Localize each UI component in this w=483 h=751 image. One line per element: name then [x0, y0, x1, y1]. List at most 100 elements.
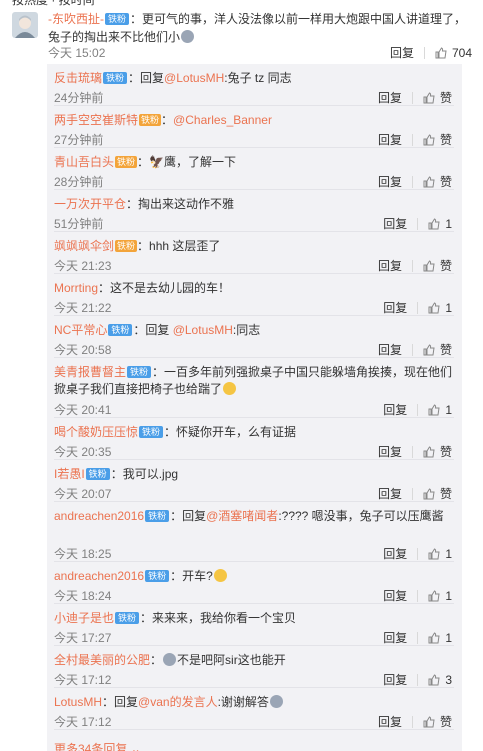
mention-link[interactable]: @酒塞啫闻者: [206, 509, 278, 523]
fan-badge: 铁粉: [105, 13, 130, 25]
divider: [411, 445, 413, 458]
like-count: 3: [445, 672, 452, 687]
like-count: 1: [445, 402, 452, 417]
reply-button[interactable]: 回复: [378, 257, 402, 274]
reply-button[interactable]: 回复: [378, 485, 402, 502]
thumb-up-icon: [428, 589, 440, 601]
thumb-up-icon: [423, 445, 435, 457]
like-button[interactable]: 1: [428, 301, 452, 315]
main-comment-meta: 今天 15:02 回复 704: [48, 44, 472, 61]
divider: [417, 547, 419, 560]
reply-button[interactable]: 回复: [378, 443, 402, 460]
reply-button[interactable]: 回复: [383, 215, 407, 232]
reply-button[interactable]: 回复: [390, 44, 414, 61]
sort-tabs[interactable]: 按热度 · 按时间: [12, 0, 95, 8]
mention-link[interactable]: @Charles_Banner: [173, 113, 272, 127]
medal-badge: 铁粉: [139, 114, 162, 126]
like-button[interactable]: 赞: [423, 131, 452, 148]
reply-text: 这不是去幼儿园的车！: [110, 281, 231, 295]
divider: [417, 631, 419, 644]
mention-link[interactable]: @LotusMH: [164, 71, 224, 85]
divider: [417, 217, 419, 230]
reply-button[interactable]: 回复: [383, 671, 407, 688]
medal-badge: 铁粉: [115, 240, 138, 252]
reply-author[interactable]: 青山吾白头: [54, 155, 114, 169]
mention-link[interactable]: @van的发言人: [138, 695, 218, 709]
like-count: 赞: [439, 259, 452, 273]
like-button[interactable]: 赞: [423, 443, 452, 460]
fan-badge: 铁粉: [145, 510, 170, 522]
reply-author[interactable]: 飒飒飒伞剑: [54, 239, 114, 253]
like-button[interactable]: 1: [428, 217, 452, 231]
reply-button[interactable]: 回复: [378, 89, 402, 106]
like-button[interactable]: 赞: [423, 257, 452, 274]
reply-button[interactable]: 回复: [383, 299, 407, 316]
reply-author[interactable]: Morrting: [54, 281, 98, 295]
reply-prefix: ：: [170, 569, 183, 583]
comment-author[interactable]: -东吹西扯-: [48, 12, 104, 26]
reply-author[interactable]: LotusMH: [54, 695, 102, 709]
like-button[interactable]: 1: [428, 589, 452, 603]
reply-author[interactable]: 两手空空崔斯特: [54, 113, 138, 127]
reply-author[interactable]: I若愚I: [54, 467, 85, 481]
reply-button[interactable]: 回复: [383, 401, 407, 418]
reply-author[interactable]: NC平常心: [54, 323, 107, 337]
reply-text: 🦅鹰，了解一下: [149, 155, 236, 169]
divider: [411, 175, 413, 188]
reply-time: 今天 17:27: [54, 631, 112, 645]
more-replies-link[interactable]: 更多34条回复 ⌄: [54, 740, 141, 751]
fan-badge: 铁粉: [103, 72, 128, 84]
list-item: LotusMH：回复@van的发言人:谢谢解答 今天 17:12 回复 赞: [54, 688, 454, 730]
reply-button[interactable]: 回复: [383, 629, 407, 646]
reply-button[interactable]: 回复: [383, 587, 407, 604]
like-button[interactable]: 赞: [423, 341, 452, 358]
like-button[interactable]: 1: [428, 403, 452, 417]
reply-author[interactable]: 美青报曹督主: [54, 365, 126, 379]
like-button[interactable]: 赞: [423, 713, 452, 730]
thumb-up-icon: [423, 133, 435, 145]
like-button[interactable]: 1: [428, 631, 452, 645]
avatar[interactable]: [12, 12, 38, 38]
reply-time: 今天 17:12: [54, 673, 112, 687]
reply-time: 今天 20:35: [54, 445, 112, 459]
reply-text: 我可以.jpg: [122, 467, 179, 481]
like-button[interactable]: 赞: [423, 173, 452, 190]
reply-button[interactable]: 回复: [378, 341, 402, 358]
like-button[interactable]: 3: [428, 673, 452, 687]
divider: [417, 589, 419, 602]
like-count: 赞: [439, 445, 452, 459]
reply-author[interactable]: 全村最美丽的公肥: [54, 653, 150, 667]
reply-author[interactable]: 小迪子是也: [54, 611, 114, 625]
list-item: 美青报曹督主 铁粉 ：一百多年前列强掀桌子中国只能躲墙角挨揍，现在他们掀桌子我们直接…: [54, 358, 454, 418]
reply-author[interactable]: andreachen2016: [54, 509, 144, 523]
reply-prefix: ：: [137, 239, 150, 253]
reply-time: 今天 20:07: [54, 487, 112, 501]
reply-prefix: ：: [161, 113, 174, 127]
divider: [411, 487, 413, 500]
reply-author[interactable]: 反击琉璃: [54, 71, 102, 85]
like-button[interactable]: 1: [428, 547, 452, 561]
reply-button[interactable]: 回复: [378, 713, 402, 730]
like-button[interactable]: 704: [435, 46, 472, 60]
like-button[interactable]: 赞: [423, 485, 452, 502]
reply-author[interactable]: 喝个酸奶压压惊: [54, 425, 138, 439]
thumb-up-icon: [423, 715, 435, 727]
mention-link[interactable]: @LotusMH: [173, 323, 233, 337]
reply-author[interactable]: 一万次开平仓: [54, 197, 126, 211]
fan-badge: 铁粉: [108, 324, 133, 336]
like-count: 赞: [439, 343, 452, 357]
like-count: 赞: [439, 91, 452, 105]
fan-badge: 铁粉: [85, 468, 110, 480]
reply-button[interactable]: 回复: [383, 545, 407, 562]
reply-button[interactable]: 回复: [378, 131, 402, 148]
reply-author[interactable]: andreachen2016: [54, 569, 144, 583]
reply-prefix: ：: [140, 611, 153, 625]
like-button[interactable]: 赞: [423, 89, 452, 106]
reply-text: hhh 这层歪了: [149, 239, 221, 253]
reply-prefix: ：: [126, 197, 139, 211]
main-comment-text: -东吹西扯- 铁粉 ：更可气的事，洋人没法像以前一样用大炮跟中国人讲道理了，兔子的掏…: [48, 10, 472, 46]
divider: [417, 403, 419, 416]
reply-text: 不是吧阿sir这也能开: [177, 653, 286, 667]
reply-button[interactable]: 回复: [378, 173, 402, 190]
emoji-icon: [213, 569, 227, 582]
